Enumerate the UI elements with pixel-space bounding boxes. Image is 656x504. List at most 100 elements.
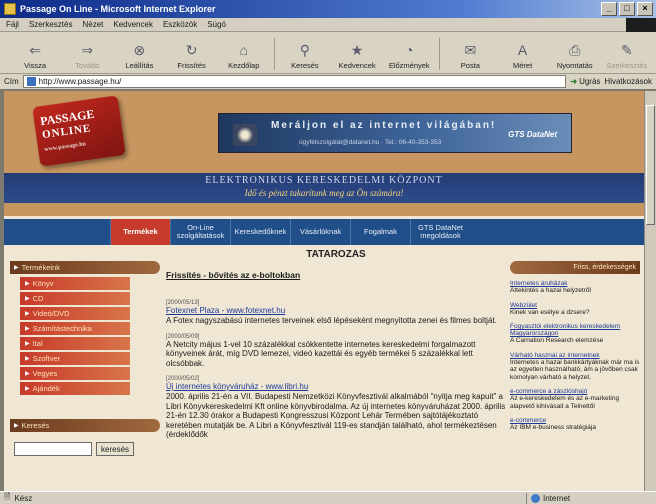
- address-label: Cím: [4, 77, 19, 86]
- nav-tab-products[interactable]: Termékek: [110, 219, 170, 245]
- passage-online-logo[interactable]: PASSAGE ONLINE www.passage.hu: [32, 95, 126, 167]
- triangle-icon: ▶: [25, 371, 30, 377]
- menu-help[interactable]: Súgó: [207, 20, 226, 29]
- sidebar-item-computing[interactable]: ▶ Számítástechnika: [20, 322, 130, 335]
- back-button[interactable]: ⇐ Vissza: [10, 41, 60, 71]
- history-button[interactable]: ◔ Előzmények: [384, 41, 434, 70]
- sidebar-item-books[interactable]: ▶ Könyv: [20, 277, 130, 290]
- search-section-header: ▶ Keresés: [10, 419, 160, 432]
- window-title: Passage On Line - Microsoft Internet Exp…: [20, 4, 216, 14]
- browser-toolbar: ⇐ Vissza ⇒ Tovább ⊗ Leállítás ↻ Frissíté…: [0, 32, 656, 74]
- vertical-scrollbar[interactable]: [644, 91, 656, 491]
- right-news-link[interactable]: e-commerce a zászlóshajó: [510, 388, 640, 395]
- search-input[interactable]: [14, 442, 92, 456]
- go-button[interactable]: ➜ Ugrás: [570, 77, 600, 86]
- scrollbar-thumb[interactable]: [646, 105, 655, 225]
- triangle-icon: ▶: [25, 356, 30, 362]
- mail-icon: ✉: [464, 41, 477, 58]
- site-header: PASSAGE ONLINE www.passage.hu Meráljon e…: [4, 91, 644, 216]
- ad-brand: GTS DataNet: [508, 130, 557, 139]
- mail-button[interactable]: ✉ Posta: [445, 41, 495, 71]
- status-text: Kész: [14, 493, 33, 503]
- font-size-button[interactable]: A Méret: [497, 41, 547, 70]
- nav-tab-merchants[interactable]: Kereskedőknek: [230, 219, 290, 245]
- sidebar-item-software[interactable]: ▶ Szoftver: [20, 352, 130, 365]
- stop-button[interactable]: ⊗ Leállítás: [114, 41, 164, 71]
- nav-tab-buyers[interactable]: Vásárlóknak: [290, 219, 350, 245]
- forward-arrow-icon: ⇒: [81, 41, 94, 58]
- triangle-icon: ▶: [25, 281, 30, 287]
- page-icon: [26, 77, 36, 86]
- minimize-button[interactable]: _: [601, 2, 617, 16]
- sidebar-item-drinks[interactable]: ▶ Ital: [20, 337, 130, 350]
- back-arrow-icon: ⇐: [29, 41, 41, 58]
- triangle-icon: ▶: [25, 326, 30, 332]
- forward-button[interactable]: ⇒ Tovább: [62, 41, 112, 71]
- refresh-button[interactable]: ↻ Frissítés: [167, 41, 217, 71]
- left-sidebar: ▶ Termékeink ▶ Könyv ▶ CD ▶ Videó/DVD ▶ Szám…: [10, 261, 160, 491]
- page-done-icon: 🗎: [4, 492, 11, 501]
- stop-icon: ⊗: [133, 41, 146, 58]
- home-button[interactable]: ⌂ Kezdőlap: [219, 41, 269, 70]
- nav-tab-concepts[interactable]: Fogalmak: [350, 219, 410, 245]
- search-submit-button[interactable]: keresés: [96, 442, 135, 456]
- sidebar-item-video-dvd[interactable]: ▶ Videó/DVD: [20, 307, 130, 320]
- nav-tab-gts-solutions[interactable]: GTS DataNet megoldások: [410, 219, 470, 245]
- home-icon: ⌂: [239, 42, 248, 58]
- news-link[interactable]: Fotexnet Plaza - www.fotexnet.hu: [166, 306, 506, 315]
- right-news-link[interactable]: Fogyasztói elektronikus kereskedelem Mag…: [510, 323, 640, 337]
- sidebar-item-cd[interactable]: ▶ CD: [20, 292, 130, 305]
- menu-favorites[interactable]: Kedvencek: [113, 20, 153, 29]
- search-button[interactable]: ⚲ Keresés: [280, 41, 330, 71]
- triangle-icon: ▶: [14, 423, 19, 429]
- right-news-text: Az e-kereskedelem és az e-marketing alap…: [510, 395, 620, 410]
- right-news-text: Az IBM e-business stratégiája: [510, 424, 596, 431]
- links-button[interactable]: Hivatkozások: [604, 77, 652, 86]
- window-titlebar: Passage On Line - Microsoft Internet Exp…: [0, 0, 656, 18]
- menu-view[interactable]: Nézet: [82, 20, 103, 29]
- right-news-link[interactable]: Internetes áruházak: [510, 280, 640, 287]
- menu-file[interactable]: Fájl: [6, 20, 19, 29]
- address-bar: Cím http://www.passage.hu/ ➜ Ugrás Hivat…: [0, 74, 656, 90]
- right-news-link[interactable]: Várható hasznai az internetnek: [510, 352, 640, 359]
- triangle-icon: ▶: [25, 296, 30, 302]
- menu-edit[interactable]: Szerkesztés: [29, 20, 73, 29]
- maximize-button[interactable]: □: [619, 2, 635, 16]
- nav-tab-online-services[interactable]: On-Line szolgáltatások: [170, 219, 230, 245]
- news-item: [2000/05/09] A Netcity május 1-vel 10 sz…: [166, 334, 506, 369]
- close-button[interactable]: ×: [637, 2, 653, 16]
- news-item: [2000/05/13] Fotexnet Plaza - www.fotexn…: [166, 300, 506, 326]
- site-slogan: Idő és pénzt takarítunk meg az Ön számár…: [244, 188, 404, 198]
- print-icon: ⎙: [569, 41, 581, 58]
- right-news-item: Webzület Kinek van esélye a dzsere?: [510, 302, 640, 317]
- go-arrow-icon: ➜: [570, 77, 578, 86]
- news-item: [2000/05/02] Új internetes könyváruház -…: [166, 376, 506, 440]
- menu-tools[interactable]: Eszközök: [163, 20, 197, 29]
- right-news-link[interactable]: e-commerce: [510, 417, 640, 424]
- toolbar-separator: [273, 38, 275, 70]
- security-zone: Internet: [526, 493, 654, 504]
- print-button[interactable]: ⎙ Nyomtatás: [550, 41, 600, 71]
- sidebar-item-misc[interactable]: ▶ Vegyes: [20, 367, 130, 380]
- right-news-text: Kinek van esélye a dzsere?: [510, 308, 590, 316]
- right-news-link[interactable]: Webzület: [510, 302, 640, 309]
- site-search: keresés: [10, 442, 160, 456]
- favorites-button[interactable]: ★ Kedvencek: [332, 41, 382, 71]
- news-link[interactable]: Új internetes könyváruház - www.libri.hu: [166, 382, 506, 391]
- menu-bar: Fájl Szerkesztés Nézet Kedvencek Eszközö…: [0, 18, 656, 32]
- ad-contact: ügyfélszolgálat@datanet.hu · Tel.: 06-40…: [299, 139, 442, 146]
- right-news-item: Fogyasztói elektronikus kereskedelem Mag…: [510, 323, 640, 345]
- search-icon: ⚲: [299, 41, 311, 58]
- site-title: ELEKTRONIKUS KERESKEDELMI KÖZPONT: [205, 175, 443, 186]
- news-text: A Fotex nagyszabású internetes terveinek…: [166, 316, 497, 325]
- edit-button[interactable]: ✎ Szerkesztés: [602, 41, 652, 71]
- triangle-icon: ▶: [25, 341, 30, 347]
- page-viewport: PASSAGE ONLINE www.passage.hu Meráljon e…: [4, 91, 644, 491]
- triangle-icon: ▶: [14, 265, 19, 271]
- right-news-item: e-commerce a zászlóshajó Az e-kereskedel…: [510, 388, 640, 410]
- sidebar-item-gifts[interactable]: ▶ Ajándék: [20, 382, 130, 395]
- ie-throbber-icon: [626, 18, 656, 32]
- ad-banner[interactable]: Meráljon el az internet világában! ügyfé…: [218, 113, 572, 153]
- address-input[interactable]: http://www.passage.hu/: [22, 75, 567, 88]
- main-content: TATAROZÁS Frissítés - bővítés az e-bolto…: [166, 249, 506, 491]
